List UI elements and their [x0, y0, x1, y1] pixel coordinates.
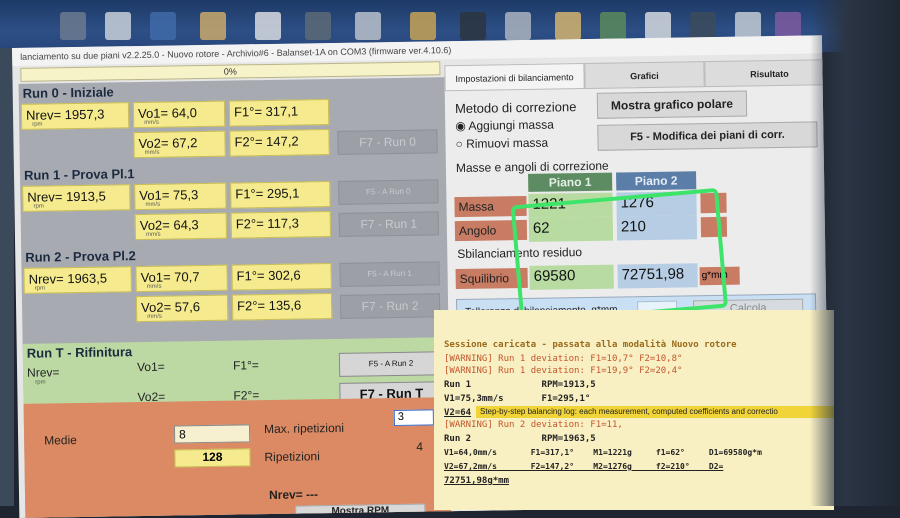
- run0-nrev: Nrev= 1957,3 rpm: [20, 102, 130, 130]
- run1-nrev: Nrev= 1913,5 rpm: [22, 184, 131, 212]
- run0-title: Run 0 - Iniziale: [22, 84, 114, 101]
- document-icon[interactable]: [355, 12, 381, 40]
- run1-back-button[interactable]: F5 - A Run 0: [338, 179, 439, 205]
- method-label: Metodo di correzione: [454, 99, 577, 117]
- run0-f1: F1°= 317,1: [228, 99, 330, 127]
- log-line: Sessione caricata - passata alla modalit…: [444, 340, 737, 350]
- run0-measure-button[interactable]: F7 - Run 0: [337, 129, 438, 155]
- document-icon[interactable]: [105, 12, 131, 40]
- max-ripetizioni-label: Max. ripetizioni: [263, 420, 345, 437]
- plane1-header: Piano 1: [528, 172, 613, 192]
- blurred-edge: [810, 0, 900, 506]
- run1-vo1: Vo1= 75,3 mm/s: [134, 182, 227, 211]
- runT-back-button[interactable]: F5 - A Run 2: [338, 351, 444, 377]
- medie-label: Medie: [44, 433, 77, 448]
- log-line: V1=75,3mm/s F1=295,1°: [444, 394, 591, 404]
- runT-vo1: Vo1=: [136, 359, 165, 375]
- run1-title: Run 1 - Prova Pl.1: [23, 166, 135, 183]
- document-icon[interactable]: [255, 12, 281, 40]
- log-line: [WARNING] Run 1 deviation: F1=19,9° F2=2…: [444, 366, 683, 376]
- ripetizioni-value: 4: [416, 439, 424, 454]
- tab-impostazioni[interactable]: Impostazioni di bilanciamento: [444, 63, 585, 92]
- document-icon[interactable]: [645, 12, 671, 40]
- runT-nrev-unit: rpm: [35, 379, 46, 386]
- folder-icon[interactable]: [555, 12, 581, 40]
- run2-title: Run 2 - Prova Pl.2: [25, 248, 136, 265]
- balancing-log: Sessione caricata - passata alla modalit…: [434, 310, 834, 510]
- polar-graph-button[interactable]: Mostra grafico polare: [596, 90, 748, 119]
- run2-f2: F2°= 135,6: [231, 293, 333, 321]
- tab-grafici[interactable]: Grafici: [584, 61, 705, 90]
- run1-measure-button[interactable]: F7 - Run 1: [338, 211, 439, 237]
- run1-f2: F2°= 117,3: [230, 211, 332, 239]
- runT-nrev: Nrev=: [26, 365, 60, 380]
- modify-planes-button[interactable]: F5 - Modifica dei piani di corr.: [597, 121, 818, 151]
- radio-empty-icon[interactable]: ○: [455, 137, 466, 151]
- log-line: 72751,98g*mm: [444, 476, 510, 486]
- plane2-header: Piano 2: [616, 171, 697, 191]
- log-line: [WARNING] Run 1 deviation: F1=10,7° F2=1…: [444, 354, 683, 364]
- option-add-mass[interactable]: ◉ Aggiungi massa: [455, 117, 554, 133]
- desktop-edge: [0, 48, 14, 506]
- run1-f1: F1°= 295,1: [230, 181, 331, 209]
- run2-vo2: Vo2= 57,6 mm/s: [135, 294, 229, 323]
- app-icon[interactable]: [150, 12, 176, 40]
- tooltip: Step-by-step balancing log: each measure…: [476, 406, 834, 418]
- log-line: [WARNING] Run 2 deviation: F1=11,: [444, 420, 623, 430]
- radio-selected-icon[interactable]: ◉: [455, 119, 468, 133]
- medie-count: 128: [174, 448, 251, 468]
- runT-f1: F1°=: [232, 358, 259, 373]
- runT-title: Run T - Rifinitura: [26, 344, 133, 361]
- run2-measure-button[interactable]: F7 - Run 2: [339, 293, 441, 319]
- run2-nrev: Nrev= 1963,5 rpm: [23, 266, 132, 294]
- log-line: Run 1 RPM=1913,5: [444, 380, 596, 390]
- app-icon[interactable]: [460, 12, 486, 40]
- run2-back-button[interactable]: F5 - A Run 1: [339, 261, 440, 287]
- run0-vo2: Vo2= 67,2 mm/s: [133, 130, 226, 159]
- log-line: V1=64,0mm/s F1=317,1° M1=1221g f1=62° D1…: [444, 448, 762, 457]
- run0-vo1: Vo1= 64,0 mm/s: [132, 100, 226, 129]
- document-icon[interactable]: [505, 12, 531, 40]
- app-icon[interactable]: [600, 12, 626, 40]
- highlight-annotation: [510, 187, 729, 326]
- run1-vo2: Vo2= 64,3 mm/s: [134, 212, 228, 241]
- nrev-footer: Nrev= ---: [268, 487, 319, 503]
- log-line: Run 2 RPM=1963,5: [444, 434, 596, 444]
- log-line: V2=67,2mm/s F2=147,2° M2=1276g f2=210° D…: [444, 462, 724, 471]
- app-icon[interactable]: [60, 12, 86, 40]
- max-ripetizioni-select[interactable]: 3: [393, 409, 434, 427]
- log-line: V2=64: [444, 408, 472, 418]
- ripetizioni-label: Ripetizioni: [264, 449, 320, 465]
- folder-icon[interactable]: [410, 12, 436, 40]
- folder-icon[interactable]: [200, 12, 226, 40]
- medie-select[interactable]: 8: [173, 424, 251, 444]
- run2-f1: F1°= 302,6: [231, 263, 332, 291]
- app-icon[interactable]: [305, 12, 331, 40]
- run2-vo1: Vo1= 70,7 mm/s: [135, 264, 228, 293]
- option-remove-mass[interactable]: ○ Rimuovi massa: [455, 136, 548, 151]
- run0-f2: F2°= 147,2: [229, 129, 330, 157]
- settings-panel: Medie 8 128 Max. ripetizioni 3 Ripetizio…: [23, 397, 454, 518]
- app-icon[interactable]: [690, 12, 716, 40]
